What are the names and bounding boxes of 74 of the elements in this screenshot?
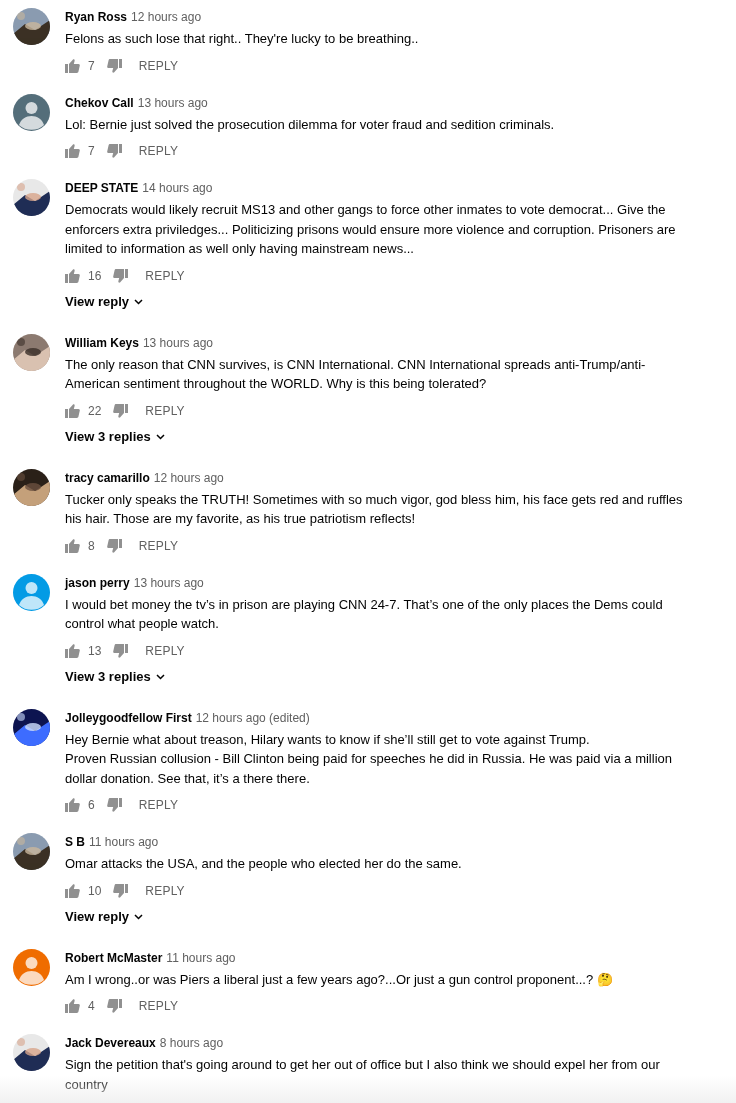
comment-time[interactable]: 12 hours ago (153, 468, 224, 487)
like-count: 16 (88, 268, 102, 283)
thumbs-down-icon[interactable] (113, 643, 129, 658)
comment-text: Tucker only speaks the TRUTH! Sometimes with so much vigor, god bless him, his face gets red and ruffles his hair. Those are my favorite, as his true patriotism reflects! (65, 490, 684, 528)
comment-text: Democrats would likely recruit MS13 and other gangs to force other inmates to vote democrat... Give the enforcers extra priviledges... Politicizing prisons would ensure more violence and corruption. Prisoners are limited to information as well only having mainstream news... (65, 201, 677, 258)
view-replies-button[interactable]: View reply (65, 906, 144, 927)
thumbs-up-icon[interactable] (65, 999, 80, 1013)
chevron-down-icon (134, 913, 144, 920)
thumbs-down-icon[interactable] (113, 268, 129, 283)
comment-text: I would bet money the tv’s in prison are playing CNN 24-7. That’s one of the only places the Dems could control what people watch. (65, 595, 664, 633)
reply-button[interactable]: REPLY (145, 643, 185, 658)
chevron-down-icon (134, 298, 144, 305)
thumbs-down-icon[interactable] (106, 538, 122, 553)
comment-time[interactable]: 12 hours ago (edited) (195, 708, 310, 727)
comment-text: Hey Bernie what about treason, Hilary wants to know if she’ll still get to vote against Trump. Proven Russian collusion - Bill Clinton being paid for speeches he did in Russia. He was paid via a million dollar donation. See that, it’s a there there. (65, 730, 673, 788)
chevron-down-icon (155, 433, 165, 440)
reply-button[interactable]: REPLY (145, 403, 185, 418)
reply-button[interactable]: REPLY (138, 538, 179, 553)
chevron-down-icon (155, 673, 165, 680)
thumbs-up-icon[interactable] (65, 538, 80, 553)
author-name[interactable]: Robert McMaster (65, 948, 163, 967)
author-name[interactable]: Ryan Ross (65, 8, 128, 26)
reply-button[interactable]: REPLY (138, 798, 179, 812)
comment-text: Am I wrong..or was Piers a liberal just a few years ago?...Or just a gun control proponent...? 🤔 (65, 970, 614, 989)
author-name[interactable]: jason perry (65, 573, 130, 592)
thumbs-up-icon[interactable] (65, 883, 80, 898)
thumbs-down-icon[interactable] (106, 798, 122, 812)
author-name[interactable]: William Keys (65, 333, 139, 352)
thumbs-up-icon[interactable] (65, 643, 80, 658)
reply-button[interactable]: REPLY (138, 58, 179, 73)
thumbs-up-icon[interactable] (65, 58, 80, 73)
like-count: 13 (88, 643, 102, 658)
thumbs-down-icon[interactable] (113, 883, 129, 898)
author-name[interactable]: tracy camarillo (65, 468, 150, 487)
like-count: 10 (88, 883, 102, 898)
comment-text: Felons as such lose that right.. They're lucky to be breathing.. (65, 30, 420, 48)
thumbs-up-icon[interactable] (65, 144, 80, 158)
view-replies-button[interactable]: View reply (65, 291, 144, 312)
comment-text: Sign the petition that's going around to get her out of office but I also think we should expel her from our country (65, 1056, 661, 1094)
comment-time[interactable]: 11 hours ago (166, 948, 236, 967)
view-replies-button[interactable]: View 3 replies (65, 666, 165, 687)
reply-button[interactable]: REPLY (138, 999, 179, 1013)
thumbs-up-icon[interactable] (65, 403, 80, 418)
author-name[interactable]: S B (65, 833, 85, 851)
view-replies-button[interactable]: View 3 replies (65, 426, 165, 447)
like-count: 22 (88, 403, 102, 418)
like-count: 7 (88, 58, 95, 73)
thumbs-up-icon[interactable] (65, 268, 80, 283)
reply-button[interactable]: REPLY (145, 883, 185, 898)
comment-time[interactable]: 12 hours ago (131, 8, 202, 26)
comment-text: The only reason that CNN survives, is CNN International. CNN International spreads anti-Trump/anti-American sentiment throughout the WORLD. Why is this being tolerated? (65, 355, 647, 393)
like-count: 8 (88, 538, 95, 553)
comment-text: Lol: Bernie just solved the prosecution dilemma for voter fraud and sedition criminals. (65, 115, 556, 134)
thumbs-down-icon[interactable] (106, 999, 122, 1013)
author-name[interactable]: DEEP STATE (65, 179, 139, 197)
author-name[interactable]: Jolleygoodfellow First (65, 708, 192, 727)
like-count: 7 (88, 144, 95, 158)
thumbs-down-icon[interactable] (113, 403, 129, 418)
comment-time[interactable]: 14 hours ago (142, 179, 213, 197)
reply-button[interactable]: REPLY (138, 144, 179, 158)
author-name[interactable]: Chekov Call (65, 93, 134, 112)
like-count: 6 (88, 798, 95, 812)
author-name[interactable]: Jack Devereaux (65, 1034, 156, 1052)
comment-time[interactable]: 8 hours ago (159, 1034, 224, 1052)
thumbs-down-icon[interactable] (106, 58, 122, 73)
comment-time[interactable]: 13 hours ago (137, 93, 208, 112)
reply-button[interactable]: REPLY (145, 268, 185, 283)
thumbs-up-icon[interactable] (65, 798, 80, 812)
comment-time[interactable]: 11 hours ago (89, 833, 159, 851)
comment-text: Omar attacks the USA, and the people who elected her do the same. (65, 855, 463, 873)
comment-time[interactable]: 13 hours ago (142, 333, 213, 352)
comment-time[interactable]: 13 hours ago (133, 573, 204, 592)
thumbs-down-icon[interactable] (106, 144, 122, 158)
like-count: 4 (88, 999, 95, 1013)
